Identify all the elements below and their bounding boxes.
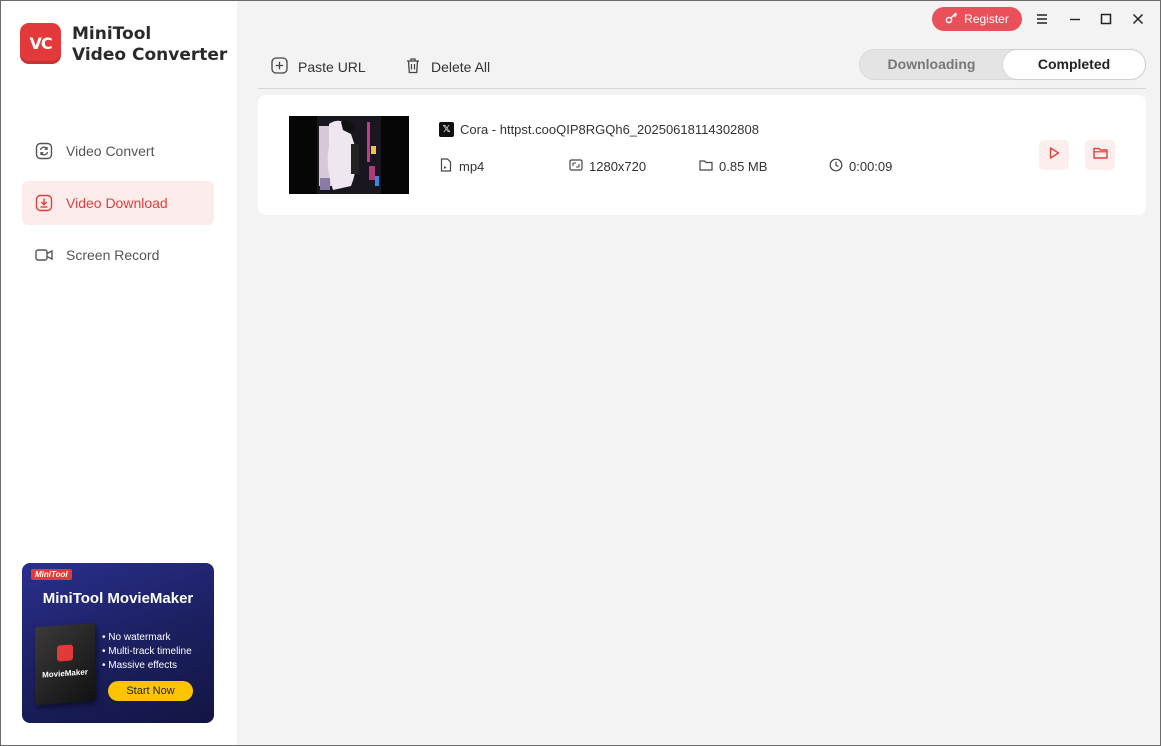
delete-all-button[interactable]: Delete All	[405, 57, 490, 77]
duration-info: 0:00:09	[829, 158, 892, 175]
maximize-icon[interactable]	[1096, 9, 1116, 29]
toolbar-divider	[258, 88, 1146, 89]
ad-brand-logo: MiniTool	[31, 569, 72, 580]
moviemaker-ad-banner[interactable]: MiniTool MiniTool MovieMaker MovieMaker …	[22, 563, 214, 723]
app-logo-text: VC	[29, 34, 52, 53]
moviemaker-box-image: MovieMaker	[35, 622, 95, 706]
delete-all-label: Delete All	[431, 59, 491, 75]
start-now-button[interactable]: Start Now	[108, 681, 193, 701]
key-icon	[945, 11, 958, 27]
sidebar-item-label: Video Convert	[66, 143, 155, 159]
ad-feature: • Multi-track timeline	[102, 646, 192, 657]
close-icon[interactable]	[1128, 9, 1148, 29]
x-logo-icon: 𝕏	[439, 122, 454, 137]
ad-title: MiniTool MovieMaker	[42, 590, 194, 607]
camera-icon	[35, 246, 53, 264]
ad-box-label: MovieMaker	[42, 667, 88, 680]
format-info: mp4	[439, 158, 484, 175]
download-item-card[interactable]: 𝕏 Cora - httpst.cooQIP8RGQh6_20250618114…	[258, 95, 1146, 215]
app-name-line2: Video Converter	[72, 45, 228, 65]
size-info: 0.85 MB	[699, 158, 767, 175]
download-title: Cora - httpst.cooQIP8RGQh6_2025061811430…	[460, 122, 759, 137]
clock-icon	[829, 158, 843, 175]
app-window: VC MiniTool Video Converter Video Conver…	[0, 0, 1161, 746]
ad-feature: • Massive effects	[102, 660, 178, 671]
folder-icon	[1092, 146, 1108, 165]
sidebar-item-label: Screen Record	[66, 247, 160, 263]
folder-icon	[699, 158, 713, 175]
download-icon	[35, 194, 53, 212]
tab-downloading[interactable]: Downloading	[860, 50, 1003, 79]
play-icon	[1047, 146, 1061, 165]
register-label: Register	[964, 12, 1009, 26]
sidebar-item-video-download[interactable]: Video Download	[22, 181, 214, 225]
download-title-row: 𝕏 Cora - httpst.cooQIP8RGQh6_20250618114…	[439, 122, 759, 137]
sidebar-item-label: Video Download	[66, 195, 168, 211]
sidebar-item-screen-record[interactable]: Screen Record	[22, 233, 214, 277]
register-button[interactable]: Register	[932, 7, 1022, 31]
ad-feature: • No watermark	[102, 632, 171, 643]
resolution-value: 1280x720	[589, 159, 647, 174]
app-name: MiniTool Video Converter	[72, 24, 227, 66]
sidebar-item-video-convert[interactable]: Video Convert	[22, 129, 214, 173]
app-logo: VC	[20, 23, 61, 64]
duration-value: 0:00:09	[849, 159, 893, 174]
resolution-info: 1280x720	[569, 158, 646, 175]
play-button[interactable]	[1039, 140, 1069, 170]
tab-completed[interactable]: Completed	[1003, 50, 1145, 79]
paste-url-button[interactable]: Paste URL	[271, 57, 366, 77]
plus-box-icon	[271, 57, 288, 77]
moviemaker-logo-icon	[57, 644, 73, 662]
download-status-tabs: Downloading Completed	[859, 49, 1146, 80]
open-folder-button[interactable]	[1085, 140, 1115, 170]
menu-icon[interactable]	[1032, 9, 1052, 29]
app-name-line1: MiniTool	[72, 24, 152, 44]
sidebar: VC MiniTool Video Converter Video Conver…	[1, 1, 237, 745]
resolution-icon	[569, 158, 583, 175]
size-value: 0.85 MB	[719, 159, 768, 174]
sidebar-nav: Video Convert Video Download Screen Reco…	[22, 129, 214, 285]
video-thumbnail[interactable]	[289, 116, 409, 194]
minimize-icon[interactable]	[1065, 9, 1085, 29]
paste-url-label: Paste URL	[298, 59, 366, 75]
format-value: mp4	[459, 159, 485, 174]
file-format-icon	[439, 158, 453, 175]
trash-icon	[405, 57, 421, 77]
convert-icon	[35, 142, 53, 160]
ad-feature-list: • No watermark • Multi-track timeline • …	[102, 631, 192, 673]
